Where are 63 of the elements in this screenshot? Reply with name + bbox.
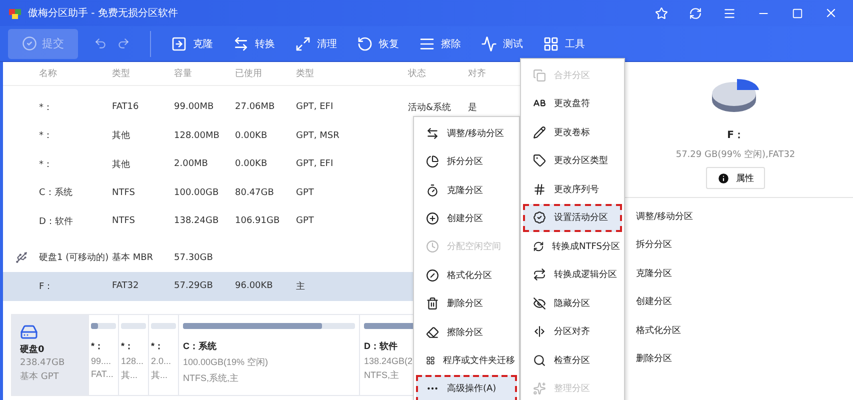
partition-type: 其... <box>151 368 168 382</box>
table-cell: 96.00KB <box>235 281 273 292</box>
partition-name: *： <box>151 340 164 352</box>
column-header: 类型 <box>296 68 314 80</box>
table-cell-text: 基本 MBR <box>112 252 154 264</box>
partition-size: 100.00GB(19% 空闲) <box>183 356 268 368</box>
disk-style: 基本 GPT <box>20 370 59 382</box>
table-cell: 106.91GB <box>235 216 280 226</box>
partition-type: 其... <box>121 368 138 382</box>
table-cell: GPT, EFI <box>296 159 334 170</box>
partition-name: C：系统 <box>183 340 216 352</box>
partition-type: NTFS,主 <box>364 368 399 382</box>
column-header: 名称 <box>39 68 57 80</box>
table-cell: 2.00MB <box>174 159 208 170</box>
partition-type: NTFS,系统,主 <box>183 372 238 384</box>
table-cell-text: 其他 <box>112 158 130 171</box>
partition-title: F： <box>727 129 744 142</box>
table-cell: NTFS <box>112 188 135 198</box>
column-header: 类型 <box>112 68 130 80</box>
column-header: 已使用 <box>235 68 262 80</box>
table-cell-text: F： <box>39 280 54 293</box>
table-cell: 99.00MB <box>174 102 214 112</box>
table-cell: 100.00GB <box>174 188 219 198</box>
table-cell: 27.06MB <box>235 102 275 112</box>
table-cell: GPT, EFI <box>296 102 334 112</box>
table-cell-text: *： <box>39 130 52 142</box>
table-cell: 0.00KB <box>235 130 268 141</box>
table-cell: 138.24GB <box>174 216 219 226</box>
partition-size: 138.24GB(2 <box>364 356 413 366</box>
table-cell: GPT, MSR <box>296 130 340 141</box>
partition-name: *： <box>91 340 104 352</box>
partition-type: FAT... <box>91 368 114 378</box>
table-cell-text: *： <box>39 158 52 171</box>
table-cell-text: C：系统 <box>39 186 72 200</box>
table-cell-text: 其他 <box>112 130 130 142</box>
column-header: 状态 <box>408 68 426 80</box>
disk-name: 硬盘0 <box>20 344 44 356</box>
table-cell: GPT <box>296 188 314 198</box>
table-cell-text: 主 <box>296 280 305 293</box>
table-cell-text: *： <box>39 102 52 114</box>
table-cell-text: 是 <box>468 102 477 114</box>
partition-size: 99.... <box>91 356 112 366</box>
disk-size: 238.47GB <box>20 358 65 368</box>
table-cell: 80.47GB <box>235 188 274 198</box>
column-header: 对齐 <box>468 68 486 80</box>
column-header: 容量 <box>174 68 192 80</box>
partition-info: 57.29 GB(99% 空闲),FAT32 <box>676 148 796 161</box>
partition-size: 2.0... <box>151 356 172 366</box>
table-cell: NTFS <box>112 216 135 226</box>
window-title: 傲梅分区助手 - 免费无损分区软件 <box>28 6 179 20</box>
table-cell-text: D：软件 <box>39 216 73 228</box>
partition-name: D：软件 <box>364 340 398 352</box>
table-cell: FAT16 <box>112 102 139 112</box>
partition-name: *： <box>121 340 134 352</box>
table-cell: 0.00KB <box>235 159 268 170</box>
table-cell-text: 硬盘1 (可移动的) <box>39 252 109 264</box>
table-cell: GPT <box>296 216 314 226</box>
partition-size: 128... <box>121 356 144 366</box>
table-cell: 128.00MB <box>174 130 220 141</box>
table-cell-text: 活动&系统 <box>408 102 452 114</box>
table-cell: FAT32 <box>112 281 139 292</box>
table-cell: 57.29GB <box>174 281 213 292</box>
table-cell: 57.30GB <box>174 252 213 263</box>
